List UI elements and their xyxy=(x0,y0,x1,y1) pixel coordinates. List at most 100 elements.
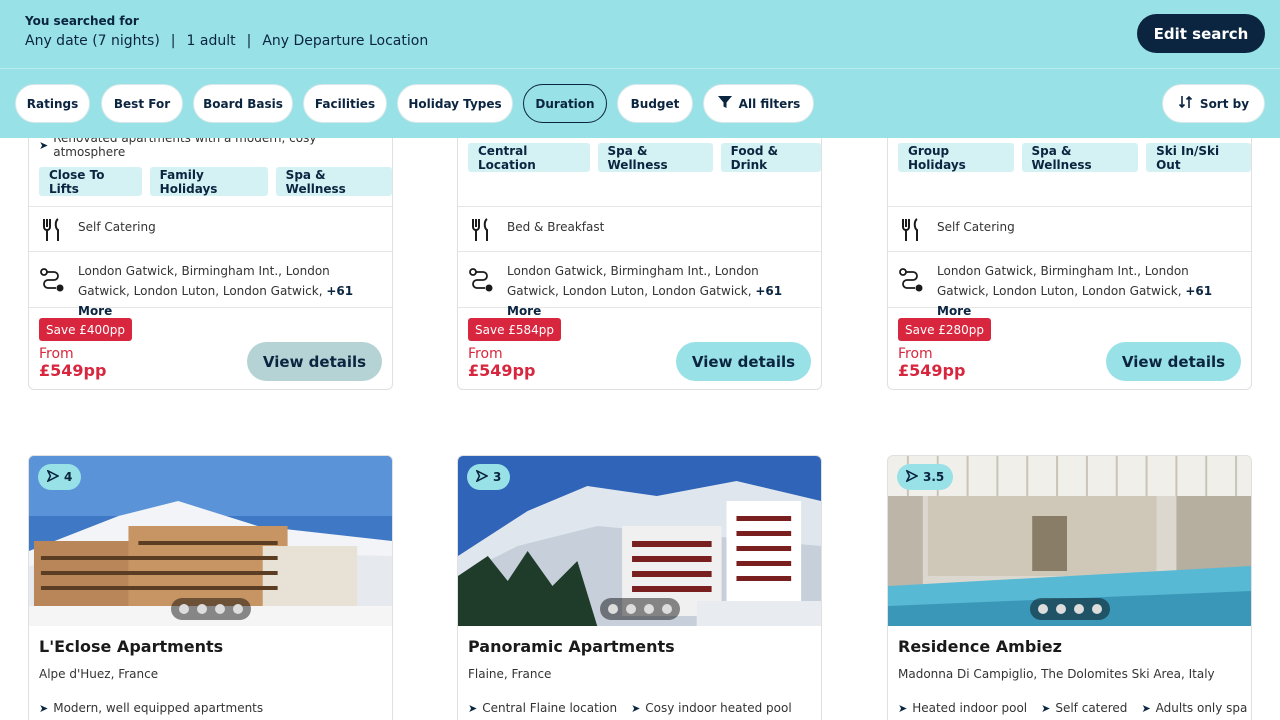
cutlery-icon xyxy=(39,217,65,243)
holiday-card: 3 Panoramic Apartments Flaine, France ➤ C… xyxy=(457,455,822,720)
rating-badge: 3 xyxy=(467,464,511,490)
flights-row: London Gatwick, Birmingham Int., London … xyxy=(888,251,1251,318)
holiday-card: 3.5 Residence Ambiez Madonna Di Campigli… xyxy=(887,455,1252,720)
hotel-features: ➤ Central Flaine location ➤ Cosy indoor he… xyxy=(468,701,792,715)
filter-facilities[interactable]: Facilities xyxy=(303,84,387,123)
board-basis: Self Catering xyxy=(78,220,156,234)
tag: Spa & Wellness xyxy=(1021,143,1139,172)
card-tags: Close To Lifts Family Holidays Spa & Wel… xyxy=(39,167,392,196)
all-filters-button[interactable]: All filters xyxy=(703,84,814,123)
filter-board-basis[interactable]: Board Basis xyxy=(193,84,293,123)
search-guests: 1 adult xyxy=(186,33,236,49)
carousel-dot[interactable] xyxy=(607,604,618,614)
carousel-dot[interactable] xyxy=(178,604,189,614)
sort-by-button[interactable]: Sort by xyxy=(1162,84,1265,123)
filter-bar: Ratings Best For Board Basis Facilities … xyxy=(0,68,1280,138)
arrow-icon: ➤ xyxy=(1041,701,1051,715)
carousel-dot[interactable] xyxy=(661,604,672,614)
board-basis: Self Catering xyxy=(937,220,1015,234)
view-details-button[interactable]: View details xyxy=(676,342,811,381)
departure-airports: London Gatwick, Birmingham Int., London … xyxy=(937,264,1213,318)
carousel-dot[interactable] xyxy=(1037,604,1048,614)
carousel-dot[interactable] xyxy=(643,604,654,614)
arrow-icon: ➤ xyxy=(39,701,49,715)
hotel-name[interactable]: Panoramic Apartments xyxy=(468,637,675,656)
rating-arrow-icon xyxy=(46,468,60,485)
feature-item: ➤ Cosy indoor heated pool xyxy=(631,701,792,715)
results-page: You searched for Any date (7 nights) | 1… xyxy=(0,0,1280,720)
save-badge: Save £280pp xyxy=(898,318,992,341)
holiday-card: Central Location Spa & Wellness Food & D… xyxy=(457,110,822,390)
rating-badge: 3.5 xyxy=(897,464,954,490)
carousel-dot[interactable] xyxy=(214,604,225,614)
holiday-card: 4 L'Eclose Apartments Alpe d'Huez, Franc… xyxy=(28,455,393,720)
carousel-dot[interactable] xyxy=(625,604,636,614)
holiday-card: ➤ Renovated apartments with a modern, co… xyxy=(28,110,393,390)
hotel-name[interactable]: Residence Ambiez xyxy=(898,637,1062,656)
filter-best-for[interactable]: Best For xyxy=(101,84,183,123)
tag: Ski In/Ski Out xyxy=(1146,143,1251,172)
sort-icon xyxy=(1178,94,1194,113)
from-label: From xyxy=(39,346,74,362)
all-filters-label: All filters xyxy=(738,96,801,111)
tag: Food & Drink xyxy=(720,143,821,172)
rating-arrow-icon xyxy=(905,468,919,485)
rating-badge: 4 xyxy=(38,464,82,490)
filter-duration[interactable]: Duration xyxy=(523,84,607,123)
sort-by-label: Sort by xyxy=(1199,96,1250,111)
arrow-icon: ➤ xyxy=(468,701,478,715)
search-date: Any date (7 nights) xyxy=(25,33,160,49)
carousel-dots xyxy=(599,598,680,620)
edit-search-button[interactable]: Edit search xyxy=(1137,14,1265,53)
from-label: From xyxy=(898,346,933,362)
filter-budget[interactable]: Budget xyxy=(617,84,693,123)
carousel-dots xyxy=(170,598,251,620)
search-departure: Any Departure Location xyxy=(262,33,429,49)
departure-airports: London Gatwick, Birmingham Int., London … xyxy=(78,264,354,318)
filter-ratings[interactable]: Ratings xyxy=(15,84,90,123)
rating-arrow-icon xyxy=(475,468,489,485)
carousel-dot[interactable] xyxy=(1073,604,1084,614)
hotel-features: ➤ Modern, well equipped apartments xyxy=(39,701,263,715)
cutlery-icon xyxy=(898,217,924,243)
tag: Central Location xyxy=(468,143,590,172)
save-badge: Save £584pp xyxy=(468,318,562,341)
holiday-card: Group Holidays Spa & Wellness Ski In/Ski… xyxy=(887,110,1252,390)
carousel-dot[interactable] xyxy=(1055,604,1066,614)
filter-holiday-types[interactable]: Holiday Types xyxy=(397,84,513,123)
carousel-dot[interactable] xyxy=(1091,604,1102,614)
departure-airports: London Gatwick, Birmingham Int., London … xyxy=(507,264,783,318)
arrow-icon: ➤ xyxy=(1141,701,1151,715)
hotel-name[interactable]: L'Eclose Apartments xyxy=(39,637,223,656)
tag: Spa & Wellness xyxy=(597,143,713,172)
flights-row: London Gatwick, Birmingham Int., London … xyxy=(29,251,392,318)
board-basis-row: Self Catering xyxy=(29,206,392,251)
board-basis: Bed & Breakfast xyxy=(507,220,605,234)
price: £549pp xyxy=(898,361,966,380)
card-tags: Group Holidays Spa & Wellness Ski In/Ski… xyxy=(898,143,1251,172)
card-tags: Central Location Spa & Wellness Food & D… xyxy=(468,143,821,172)
tag: Group Holidays xyxy=(898,143,1014,172)
feature-item: ➤ Modern, well equipped apartments xyxy=(39,701,264,715)
view-details-button[interactable]: View details xyxy=(247,342,382,381)
save-badge: Save £400pp xyxy=(39,318,133,341)
hotel-location: Alpe d'Huez, France xyxy=(39,667,159,681)
route-icon xyxy=(468,267,494,293)
carousel-dot[interactable] xyxy=(232,604,243,614)
board-basis-row: Self Catering xyxy=(888,206,1251,251)
cutlery-icon xyxy=(468,217,494,243)
carousel-dot[interactable] xyxy=(196,604,207,614)
search-summary: Any date (7 nights) | 1 adult | Any Depa… xyxy=(25,33,428,49)
from-label: From xyxy=(468,346,503,362)
route-icon xyxy=(898,267,924,293)
tag: Close To Lifts xyxy=(39,167,142,196)
search-label: You searched for xyxy=(25,14,139,28)
arrow-icon: ➤ xyxy=(39,138,49,152)
price: £549pp xyxy=(39,361,107,380)
view-details-button[interactable]: View details xyxy=(1106,342,1241,381)
flights-row: London Gatwick, Birmingham Int., London … xyxy=(458,251,821,318)
tag: Spa & Wellness xyxy=(275,167,392,196)
route-icon xyxy=(39,267,65,293)
board-basis-row: Bed & Breakfast xyxy=(458,206,821,251)
hotel-location: Flaine, France xyxy=(468,667,552,681)
